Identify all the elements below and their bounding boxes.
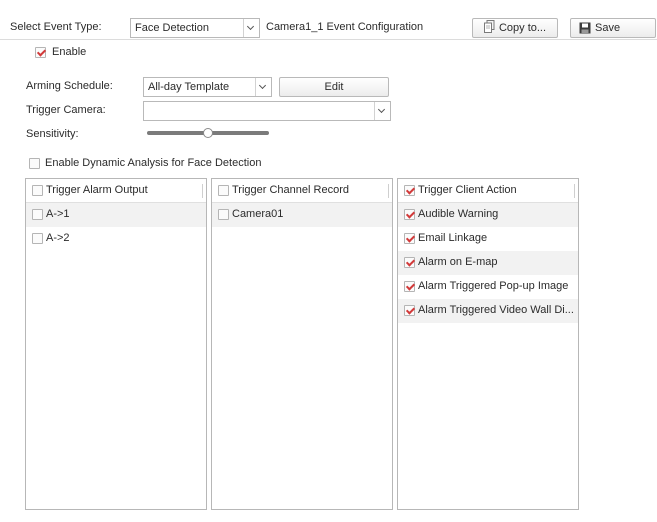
copy-to-button[interactable]: Copy to... [472, 18, 558, 38]
sensitivity-slider-thumb[interactable] [203, 128, 213, 138]
column-divider [574, 184, 575, 198]
list-item-label: A->2 [46, 232, 70, 244]
arming-schedule-label: Arming Schedule: [26, 80, 113, 92]
channel-record-header: Trigger Channel Record [212, 179, 392, 203]
channel-record-select-all-checkbox[interactable] [218, 185, 229, 196]
alarm-output-header: Trigger Alarm Output [26, 179, 206, 203]
alarm-output-panel: Trigger Alarm Output A->1 A->2 [25, 178, 207, 510]
enable-checkbox[interactable] [35, 47, 46, 58]
list-item-label: Alarm Triggered Video Wall Di... [418, 304, 574, 316]
enable-label: Enable [52, 46, 87, 58]
channel-record-panel: Trigger Channel Record Camera01 [211, 178, 393, 510]
event-type-dropdown-arrow[interactable] [243, 19, 259, 37]
event-type-label: Select Event Type: [10, 21, 102, 33]
trigger-camera-dropdown-arrow[interactable] [374, 102, 390, 120]
client-action-select-all-checkbox[interactable] [404, 185, 415, 196]
edit-schedule-button[interactable]: Edit [279, 77, 389, 97]
list-item[interactable]: A->2 [26, 227, 206, 251]
edit-label: Edit [324, 81, 344, 93]
list-item[interactable]: Camera01 [212, 203, 392, 227]
list-item-label: Email Linkage [418, 232, 488, 244]
alarm-output-header-label: Trigger Alarm Output [46, 184, 148, 196]
alarm-output-select-all-checkbox[interactable] [32, 185, 43, 196]
list-item[interactable]: Email Linkage [398, 227, 578, 251]
copy-icon [483, 20, 495, 33]
arming-schedule-dropdown-arrow[interactable] [255, 78, 271, 96]
column-divider [202, 184, 203, 198]
alarm-video-wall-checkbox[interactable] [404, 305, 415, 316]
list-item[interactable]: A->1 [26, 203, 206, 227]
top-toolbar [0, 0, 657, 40]
list-item[interactable]: Alarm Triggered Pop-up Image [398, 275, 578, 299]
list-item[interactable]: Alarm Triggered Video Wall Di... [398, 299, 578, 323]
alarm-output-a2-checkbox[interactable] [32, 233, 43, 244]
channel-record-header-label: Trigger Channel Record [232, 184, 349, 196]
event-type-value: Face Detection [135, 22, 209, 34]
copy-to-label: Copy to... [498, 22, 547, 34]
list-item[interactable]: Audible Warning [398, 203, 578, 227]
chevron-down-icon [246, 22, 255, 31]
arming-schedule-value: All-day Template [148, 81, 230, 93]
client-action-panel: Trigger Client Action Audible Warning Em… [397, 178, 579, 510]
trigger-camera-label: Trigger Camera: [26, 104, 106, 116]
chevron-down-icon [258, 81, 267, 90]
client-action-header-label: Trigger Client Action [418, 184, 517, 196]
alarm-on-emap-checkbox[interactable] [404, 257, 415, 268]
alarm-output-a1-checkbox[interactable] [32, 209, 43, 220]
save-button[interactable]: Save [570, 18, 656, 38]
list-item-label: Alarm on E-map [418, 256, 498, 268]
dynamic-analysis-checkbox[interactable] [29, 158, 40, 169]
sensitivity-label: Sensitivity: [26, 128, 79, 140]
arming-schedule-select[interactable]: All-day Template [143, 77, 272, 97]
config-title: Camera1_1 Event Configuration [266, 21, 424, 33]
column-divider [388, 184, 389, 198]
list-item-label: Audible Warning [418, 208, 499, 220]
event-type-select[interactable]: Face Detection [130, 18, 260, 38]
dynamic-analysis-label: Enable Dynamic Analysis for Face Detecti… [45, 157, 262, 169]
alarm-popup-image-checkbox[interactable] [404, 281, 415, 292]
audible-warning-checkbox[interactable] [404, 209, 415, 220]
channel-record-camera01-checkbox[interactable] [218, 209, 229, 220]
list-item-label: Alarm Triggered Pop-up Image [418, 280, 569, 292]
save-label: Save [595, 22, 621, 34]
trigger-camera-select[interactable] [143, 101, 391, 121]
list-item-label: A->1 [46, 208, 70, 220]
list-item[interactable]: Alarm on E-map [398, 251, 578, 275]
client-action-header: Trigger Client Action [398, 179, 578, 203]
chevron-down-icon [377, 105, 386, 114]
list-item-label: Camera01 [232, 208, 284, 220]
email-linkage-checkbox[interactable] [404, 233, 415, 244]
save-icon [579, 22, 591, 34]
